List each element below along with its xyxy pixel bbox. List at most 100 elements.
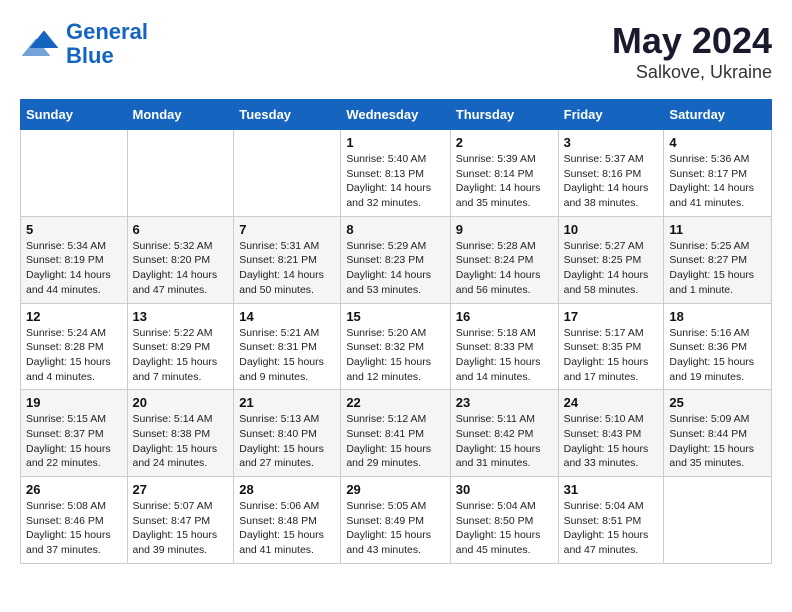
day-number: 17 <box>564 309 659 324</box>
day-header-sunday: Sunday <box>21 100 128 130</box>
calendar-cell: 29Sunrise: 5:05 AM Sunset: 8:49 PM Dayli… <box>341 477 450 564</box>
location: Salkove, Ukraine <box>612 62 772 83</box>
day-info: Sunrise: 5:07 AM Sunset: 8:47 PM Dayligh… <box>133 499 229 558</box>
calendar-cell <box>21 130 128 217</box>
day-number: 15 <box>346 309 444 324</box>
day-header-saturday: Saturday <box>664 100 772 130</box>
logo-text: General Blue <box>66 20 148 68</box>
calendar-cell <box>664 477 772 564</box>
day-number: 19 <box>26 395 122 410</box>
week-row-3: 12 Sunrise: 5:24 AM Sunset: 8:28 PM Dayli… <box>21 303 772 390</box>
day-number: 3 <box>564 135 659 150</box>
day-info: Sunrise: 5:39 AM Sunset: 8:14 PM Dayligh… <box>456 152 553 211</box>
calendar-cell: 1 Sunrise: 5:40 AM Sunset: 8:13 PM Daylig… <box>341 130 450 217</box>
calendar-cell: 13 Sunrise: 5:22 AM Sunset: 8:29 PM Dayli… <box>127 303 234 390</box>
week-row-2: 5Sunrise: 5:34 AM Sunset: 8:19 PM Daylig… <box>21 216 772 303</box>
day-info: Sunrise: 5:06 AM Sunset: 8:48 PM Dayligh… <box>239 499 335 558</box>
calendar-cell: 30Sunrise: 5:04 AM Sunset: 8:50 PM Dayli… <box>450 477 558 564</box>
day-number: 5 <box>26 222 122 237</box>
calendar-cell: 12 Sunrise: 5:24 AM Sunset: 8:28 PM Dayli… <box>21 303 128 390</box>
day-number: 25 <box>669 395 766 410</box>
day-info: Sunrise: 5:25 AM Sunset: 8:27 PM Dayligh… <box>669 239 766 298</box>
day-info: Sunrise: 5:16 AM Sunset: 8:36 PM Dayligh… <box>669 326 766 385</box>
calendar-cell: 27 Sunrise: 5:07 AM Sunset: 8:47 PM Dayli… <box>127 477 234 564</box>
logo-line1: General <box>66 19 148 44</box>
calendar-cell: 19 Sunrise: 5:15 AM Sunset: 8:37 PM Dayli… <box>21 390 128 477</box>
day-info: Sunrise: 5:13 AM Sunset: 8:40 PM Dayligh… <box>239 412 335 471</box>
day-number: 21 <box>239 395 335 410</box>
day-number: 12 <box>26 309 122 324</box>
day-number: 16 <box>456 309 553 324</box>
day-info: Sunrise: 5:04 AM Sunset: 8:51 PM Dayligh… <box>564 499 659 558</box>
calendar-cell: 4 Sunrise: 5:36 AM Sunset: 8:17 PM Daylig… <box>664 130 772 217</box>
calendar-header-row: SundayMondayTuesdayWednesdayThursdayFrid… <box>21 100 772 130</box>
calendar-cell: 17 Sunrise: 5:17 AM Sunset: 8:35 PM Dayli… <box>558 303 664 390</box>
day-info: Sunrise: 5:31 AM Sunset: 8:21 PM Dayligh… <box>239 239 335 298</box>
day-info: Sunrise: 5:20 AM Sunset: 8:32 PM Dayligh… <box>346 326 444 385</box>
day-number: 23 <box>456 395 553 410</box>
day-info: Sunrise: 5:17 AM Sunset: 8:35 PM Dayligh… <box>564 326 659 385</box>
calendar-cell: 8Sunrise: 5:29 AM Sunset: 8:23 PM Daylig… <box>341 216 450 303</box>
day-info: Sunrise: 5:29 AM Sunset: 8:23 PM Dayligh… <box>346 239 444 298</box>
day-number: 6 <box>133 222 229 237</box>
calendar-cell: 31 Sunrise: 5:04 AM Sunset: 8:51 PM Dayli… <box>558 477 664 564</box>
week-row-5: 26Sunrise: 5:08 AM Sunset: 8:46 PM Dayli… <box>21 477 772 564</box>
calendar-cell: 10 Sunrise: 5:27 AM Sunset: 8:25 PM Dayli… <box>558 216 664 303</box>
day-info: Sunrise: 5:12 AM Sunset: 8:41 PM Dayligh… <box>346 412 444 471</box>
day-number: 27 <box>133 482 229 497</box>
day-header-monday: Monday <box>127 100 234 130</box>
day-header-wednesday: Wednesday <box>341 100 450 130</box>
day-number: 28 <box>239 482 335 497</box>
calendar-cell: 25 Sunrise: 5:09 AM Sunset: 8:44 PM Dayli… <box>664 390 772 477</box>
calendar-cell <box>127 130 234 217</box>
day-info: Sunrise: 5:28 AM Sunset: 8:24 PM Dayligh… <box>456 239 553 298</box>
day-info: Sunrise: 5:15 AM Sunset: 8:37 PM Dayligh… <box>26 412 122 471</box>
day-info: Sunrise: 5:24 AM Sunset: 8:28 PM Dayligh… <box>26 326 122 385</box>
day-info: Sunrise: 5:11 AM Sunset: 8:42 PM Dayligh… <box>456 412 553 471</box>
day-number: 31 <box>564 482 659 497</box>
page-header: General Blue May 2024 Salkove, Ukraine <box>20 20 772 83</box>
day-number: 4 <box>669 135 766 150</box>
calendar-cell: 15 Sunrise: 5:20 AM Sunset: 8:32 PM Dayli… <box>341 303 450 390</box>
day-number: 24 <box>564 395 659 410</box>
day-number: 13 <box>133 309 229 324</box>
calendar-cell: 5Sunrise: 5:34 AM Sunset: 8:19 PM Daylig… <box>21 216 128 303</box>
week-row-1: 1 Sunrise: 5:40 AM Sunset: 8:13 PM Daylig… <box>21 130 772 217</box>
day-number: 11 <box>669 222 766 237</box>
calendar-cell: 24 Sunrise: 5:10 AM Sunset: 8:43 PM Dayli… <box>558 390 664 477</box>
logo: General Blue <box>20 20 148 68</box>
day-info: Sunrise: 5:40 AM Sunset: 8:13 PM Dayligh… <box>346 152 444 211</box>
day-info: Sunrise: 5:10 AM Sunset: 8:43 PM Dayligh… <box>564 412 659 471</box>
day-number: 7 <box>239 222 335 237</box>
calendar-cell: 28 Sunrise: 5:06 AM Sunset: 8:48 PM Dayli… <box>234 477 341 564</box>
day-number: 26 <box>26 482 122 497</box>
day-header-thursday: Thursday <box>450 100 558 130</box>
day-info: Sunrise: 5:04 AM Sunset: 8:50 PM Dayligh… <box>456 499 553 558</box>
calendar-cell: 16 Sunrise: 5:18 AM Sunset: 8:33 PM Dayli… <box>450 303 558 390</box>
calendar-cell: 26Sunrise: 5:08 AM Sunset: 8:46 PM Dayli… <box>21 477 128 564</box>
day-info: Sunrise: 5:21 AM Sunset: 8:31 PM Dayligh… <box>239 326 335 385</box>
calendar-cell: 7 Sunrise: 5:31 AM Sunset: 8:21 PM Daylig… <box>234 216 341 303</box>
day-info: Sunrise: 5:22 AM Sunset: 8:29 PM Dayligh… <box>133 326 229 385</box>
week-row-4: 19 Sunrise: 5:15 AM Sunset: 8:37 PM Dayli… <box>21 390 772 477</box>
day-info: Sunrise: 5:09 AM Sunset: 8:44 PM Dayligh… <box>669 412 766 471</box>
calendar-table: SundayMondayTuesdayWednesdayThursdayFrid… <box>20 99 772 564</box>
month-year: May 2024 <box>612 20 772 62</box>
day-number: 2 <box>456 135 553 150</box>
calendar-cell: 3 Sunrise: 5:37 AM Sunset: 8:16 PM Daylig… <box>558 130 664 217</box>
calendar-cell: 20 Sunrise: 5:14 AM Sunset: 8:38 PM Dayli… <box>127 390 234 477</box>
day-number: 22 <box>346 395 444 410</box>
day-info: Sunrise: 5:14 AM Sunset: 8:38 PM Dayligh… <box>133 412 229 471</box>
title-block: May 2024 Salkove, Ukraine <box>612 20 772 83</box>
day-number: 20 <box>133 395 229 410</box>
day-info: Sunrise: 5:05 AM Sunset: 8:49 PM Dayligh… <box>346 499 444 558</box>
day-header-friday: Friday <box>558 100 664 130</box>
day-number: 18 <box>669 309 766 324</box>
day-info: Sunrise: 5:18 AM Sunset: 8:33 PM Dayligh… <box>456 326 553 385</box>
day-number: 10 <box>564 222 659 237</box>
day-number: 9 <box>456 222 553 237</box>
day-number: 1 <box>346 135 444 150</box>
day-info: Sunrise: 5:37 AM Sunset: 8:16 PM Dayligh… <box>564 152 659 211</box>
day-info: Sunrise: 5:36 AM Sunset: 8:17 PM Dayligh… <box>669 152 766 211</box>
day-info: Sunrise: 5:27 AM Sunset: 8:25 PM Dayligh… <box>564 239 659 298</box>
